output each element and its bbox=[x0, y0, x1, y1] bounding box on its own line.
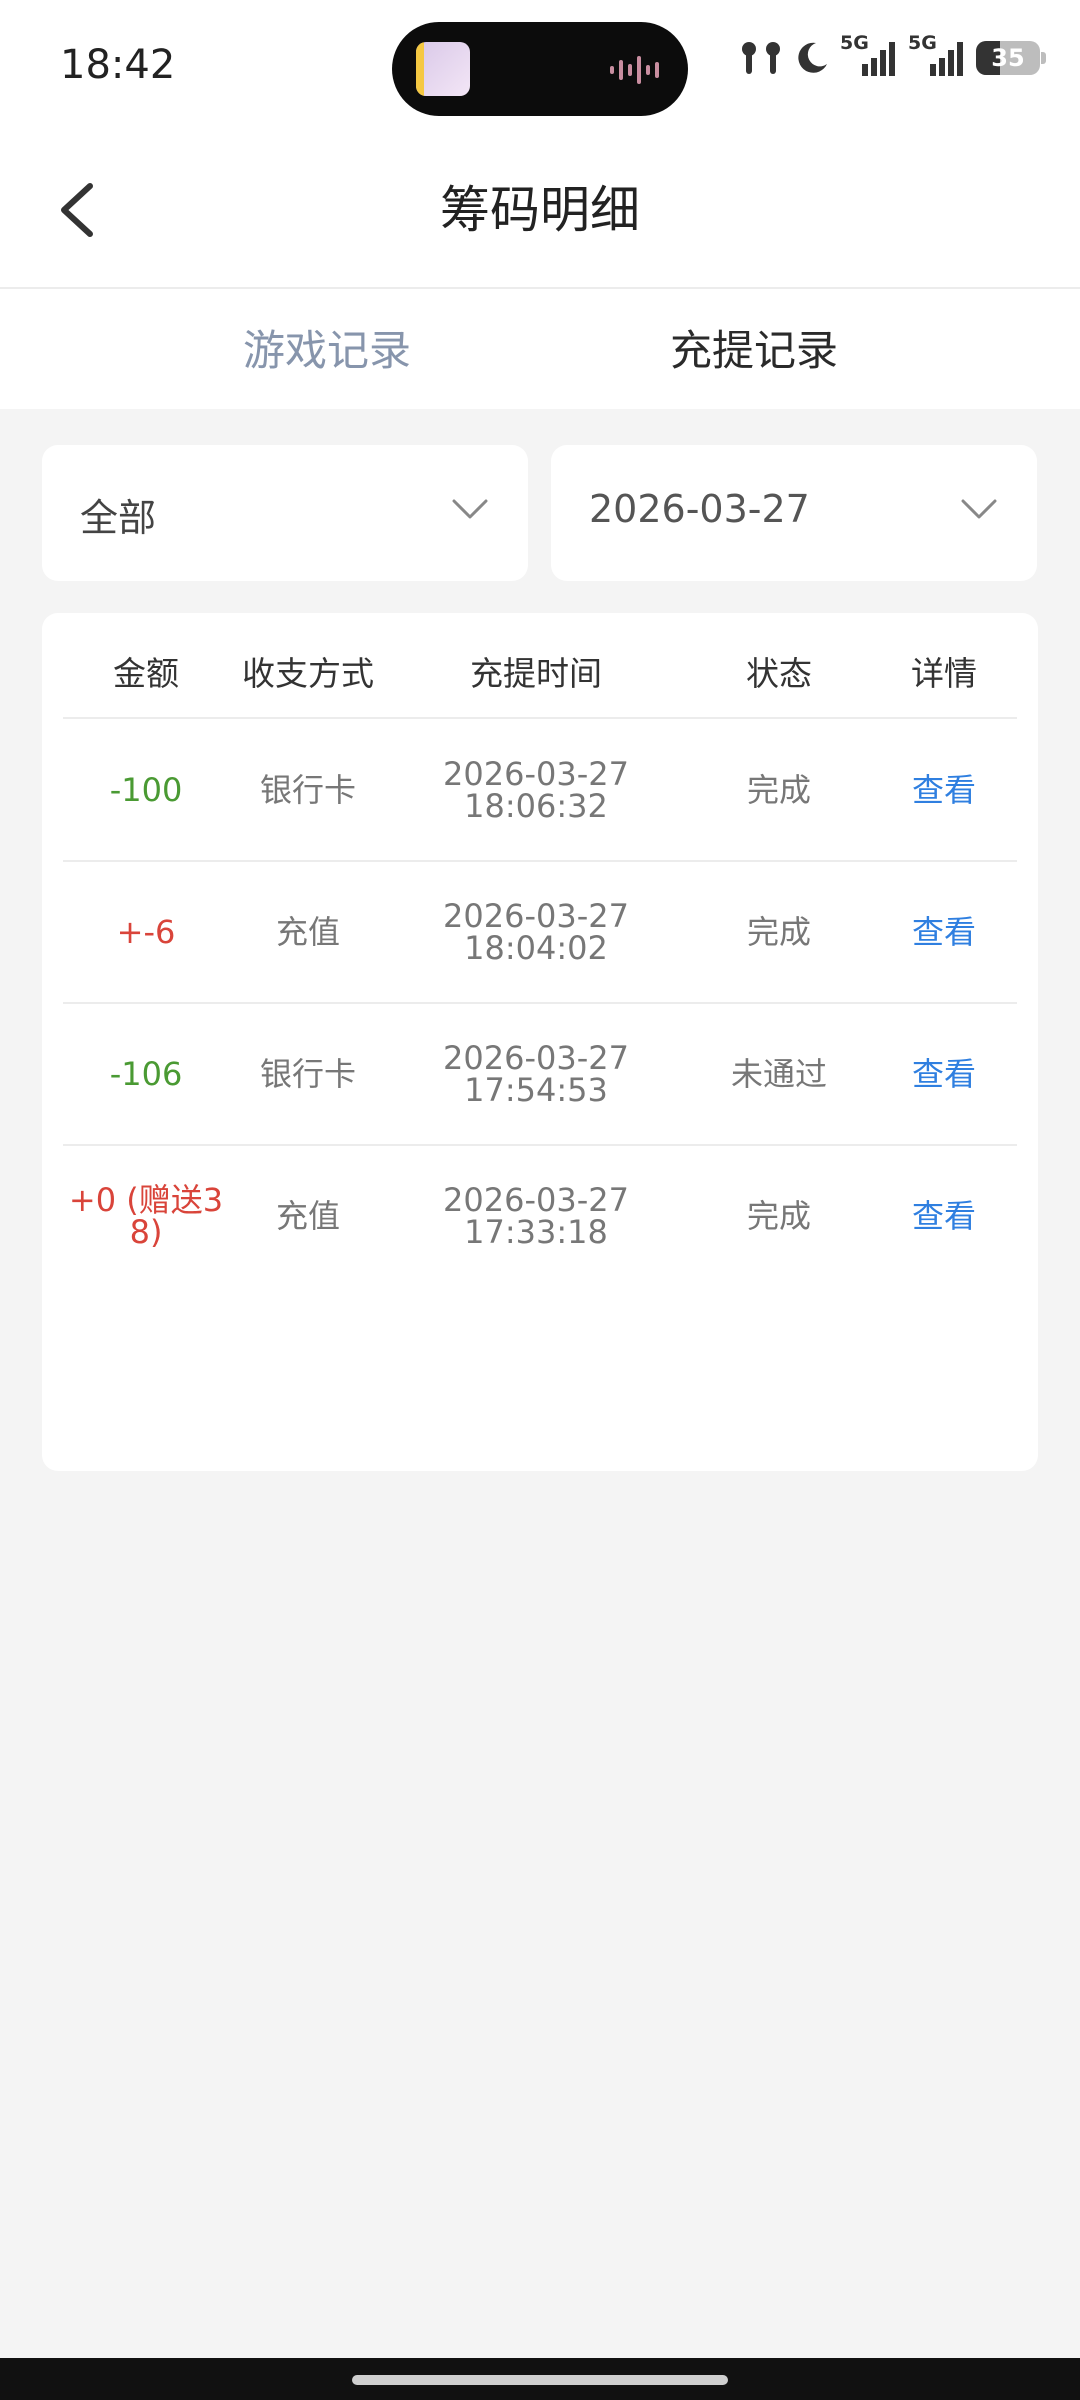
col-header-detail: 详情 bbox=[911, 654, 977, 693]
row-status: 完成 bbox=[746, 771, 812, 809]
tab-game-records[interactable]: 游戏记录 bbox=[243, 317, 411, 378]
record-tabs: 游戏记录 充提记录 bbox=[0, 289, 1080, 409]
table-row: -100 银行卡 2026-03-27 18:06:32 完成 查看 bbox=[42, 720, 1038, 861]
row-amount-line1: +0 (赠送3 bbox=[68, 1181, 224, 1219]
table-header: 金额 收支方式 充提时间 状态 详情 bbox=[42, 613, 1038, 718]
row-amount: -106 bbox=[109, 1055, 183, 1093]
table-row: +-6 充值 2026-03-27 18:04:02 完成 查看 bbox=[42, 862, 1038, 1003]
view-detail-link[interactable]: 查看 bbox=[912, 1200, 976, 1232]
signal-5g-icon-2: 5G bbox=[908, 32, 966, 78]
page-title: 筹码明细 bbox=[440, 181, 640, 239]
top-nav-bar: 筹码明细 bbox=[0, 130, 1080, 289]
app-thumbnail-icon bbox=[416, 42, 470, 96]
row-method: 银行卡 bbox=[259, 1055, 357, 1093]
row-date: 2026-03-27 bbox=[443, 1039, 629, 1077]
row-status: 完成 bbox=[746, 913, 812, 951]
row-amount: +-6 bbox=[116, 913, 176, 951]
row-clock: 17:33:18 bbox=[464, 1213, 608, 1251]
date-filter-dropdown[interactable]: 2026-03-27 bbox=[551, 445, 1037, 581]
col-header-time: 充提时间 bbox=[470, 654, 602, 693]
row-amount-line2: 8) bbox=[129, 1213, 163, 1251]
view-detail-link[interactable]: 查看 bbox=[912, 1058, 976, 1090]
dynamic-island[interactable] bbox=[392, 22, 688, 116]
row-status: 完成 bbox=[746, 1197, 812, 1235]
table-row: -106 银行卡 2026-03-27 17:54:53 未通过 查看 bbox=[42, 1004, 1038, 1145]
records-table: 金额 收支方式 充提时间 状态 详情 -100 银行卡 2026-03-27 1… bbox=[42, 613, 1038, 1471]
type-filter-value: 全部 bbox=[80, 496, 157, 540]
status-icons: 5G 5G 35 bbox=[738, 32, 1046, 78]
row-date: 2026-03-27 bbox=[443, 897, 629, 935]
row-amount: -100 bbox=[109, 771, 183, 809]
tab-recharge-records[interactable]: 充提记录 bbox=[670, 317, 838, 378]
earbuds-icon bbox=[742, 42, 780, 74]
row-date: 2026-03-27 bbox=[443, 1181, 629, 1219]
row-method: 充值 bbox=[275, 1197, 341, 1235]
row-time: 2026-03-27 18:06:32 bbox=[436, 758, 636, 822]
date-filter-value: 2026-03-27 bbox=[589, 487, 810, 531]
battery-level: 35 bbox=[991, 44, 1025, 72]
col-header-status: 状态 bbox=[746, 654, 812, 693]
status-time: 18:42 bbox=[60, 42, 176, 88]
row-method: 充值 bbox=[275, 913, 341, 951]
row-status: 未通过 bbox=[730, 1055, 828, 1093]
view-detail-link[interactable]: 查看 bbox=[912, 916, 976, 948]
audio-wave-icon bbox=[610, 56, 659, 84]
moon-icon bbox=[798, 42, 827, 73]
table-row: +0 (赠送3 8) 充值 2026-03-27 17:33:18 完成 查看 bbox=[42, 1146, 1038, 1287]
col-header-amount: 金额 bbox=[113, 654, 179, 693]
gesture-bar bbox=[0, 2358, 1080, 2400]
signal-5g-icon: 5G bbox=[840, 32, 898, 78]
row-date: 2026-03-27 bbox=[443, 755, 629, 793]
row-time: 2026-03-27 17:33:18 bbox=[436, 1184, 636, 1248]
status-bar: 18:42 5G 5G 35 bbox=[0, 0, 1080, 130]
col-header-method: 收支方式 bbox=[242, 654, 374, 693]
home-indicator[interactable] bbox=[352, 2375, 728, 2385]
row-method: 银行卡 bbox=[259, 771, 357, 809]
chevron-down-icon bbox=[452, 499, 488, 519]
row-clock: 18:04:02 bbox=[464, 929, 608, 967]
type-filter-dropdown[interactable]: 全部 bbox=[42, 445, 528, 581]
row-time: 2026-03-27 17:54:53 bbox=[436, 1042, 636, 1106]
battery-icon: 35 bbox=[976, 41, 1046, 75]
row-amount: +0 (赠送3 8) bbox=[66, 1184, 226, 1248]
row-time: 2026-03-27 18:04:02 bbox=[436, 900, 636, 964]
row-clock: 18:06:32 bbox=[464, 787, 608, 825]
view-detail-link[interactable]: 查看 bbox=[912, 774, 976, 806]
divider bbox=[63, 717, 1017, 719]
chevron-down-icon bbox=[961, 499, 997, 519]
row-clock: 17:54:53 bbox=[464, 1071, 608, 1109]
